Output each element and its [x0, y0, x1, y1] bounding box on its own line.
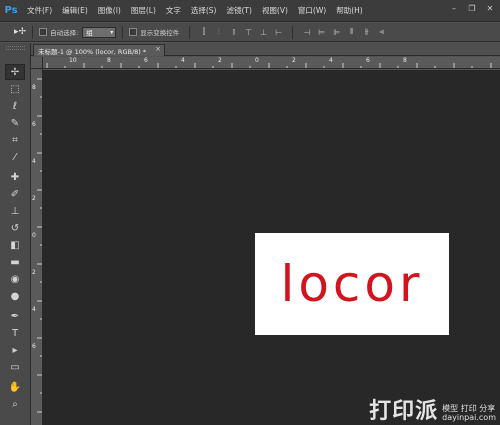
distribute-hcenter-icon[interactable]: ⫵: [360, 27, 373, 38]
eraser-tool-icon[interactable]: ◧: [5, 237, 25, 253]
zoom-tool-icon[interactable]: ⌕: [5, 396, 25, 412]
vertical-ruler[interactable]: 8 6 4 2 0 2 4 6: [31, 69, 43, 425]
document-canvas[interactable]: locor: [255, 233, 449, 335]
close-window-button[interactable]: ✕: [482, 0, 498, 16]
distribute-left-icon[interactable]: ⫴: [345, 27, 358, 38]
align-bottom-icon[interactable]: ⫾: [227, 27, 240, 38]
lasso-tool-icon[interactable]: ℓ: [5, 98, 25, 114]
align-top-icon[interactable]: ⫿: [197, 27, 210, 38]
ruler-label: 2: [32, 195, 36, 202]
auto-select-value: 组: [86, 29, 93, 37]
history-brush-tool-icon[interactable]: ↺: [5, 220, 25, 236]
separator: [189, 25, 191, 39]
show-transform-checkbox[interactable]: [129, 28, 138, 36]
quick-select-tool-icon[interactable]: ✎: [5, 115, 25, 131]
ruler-label: 0: [255, 57, 259, 64]
ruler-label: 4: [329, 57, 333, 64]
ruler-label: 6: [144, 57, 148, 64]
auto-select-dropdown[interactable]: 组 ▾: [82, 26, 117, 38]
ruler-label: 6: [32, 343, 36, 350]
pasteboard[interactable]: locor: [43, 70, 500, 425]
ruler-label: 4: [32, 306, 36, 313]
dodge-tool-icon[interactable]: ●: [5, 288, 25, 304]
brush-tool-icon[interactable]: ✐: [5, 186, 25, 202]
show-transform-label: 显示变换控件: [140, 29, 180, 37]
ruler-label: 2: [32, 269, 36, 276]
document-tab[interactable]: 未标题-1 @ 100% (locor, RGB/8) * ×: [33, 44, 165, 56]
clone-stamp-tool-icon[interactable]: ⊥: [5, 203, 25, 219]
separator: [32, 25, 34, 39]
hand-tool-icon[interactable]: ✋: [5, 379, 25, 395]
ruler-label: 10: [69, 57, 77, 64]
chevron-down-icon: ▾: [110, 28, 114, 36]
menu-layer[interactable]: 图层(L): [126, 5, 161, 16]
document-tab-strip: 未标题-1 @ 100% (locor, RGB/8) * ×: [31, 43, 500, 56]
ruler-label: 2: [292, 57, 296, 64]
align-left-icon[interactable]: ⊤: [242, 27, 255, 38]
menu-bar: Ps 文件(F) 编辑(E) 图像(I) 图层(L) 文字 选择(S) 滤镜(T…: [0, 0, 500, 22]
ruler-label: 6: [366, 57, 370, 64]
auto-select-checkbox[interactable]: [39, 28, 48, 36]
ruler-ticks: [46, 63, 492, 68]
canvas-text-layer[interactable]: locor: [280, 259, 423, 309]
ruler-label: 0: [32, 232, 36, 239]
menu-file[interactable]: 文件(F): [22, 5, 57, 16]
minimize-button[interactable]: –: [446, 0, 462, 16]
align-vcenter-icon[interactable]: ⫶: [212, 27, 225, 38]
blur-tool-icon[interactable]: ◉: [5, 271, 25, 287]
auto-select-label: 自动选择:: [50, 29, 79, 37]
watermark-side: 模型 打印 分享 dayinpai.com: [442, 404, 496, 423]
move-tool-preset-icon[interactable]: ▸✢: [14, 27, 26, 37]
horizontal-ruler[interactable]: 10 8 6 4 2 0 2 4 6 8: [31, 57, 500, 69]
separator: [122, 25, 124, 39]
watermark-tagline: 模型 打印 分享: [442, 403, 496, 413]
ruler-label: 4: [181, 57, 185, 64]
menu-image[interactable]: 图像(I): [93, 5, 126, 16]
crop-tool-icon[interactable]: ⌗: [5, 132, 25, 148]
watermark-url: dayinpai.com: [442, 413, 496, 423]
menu-type[interactable]: 文字: [161, 5, 186, 16]
watermark: 打印派 模型 打印 分享 dayinpai.com: [369, 401, 496, 423]
distribute-top-icon[interactable]: ⊣: [300, 27, 313, 38]
document-tab-title: 未标题-1 @ 100% (locor, RGB/8) *: [38, 47, 147, 56]
type-tool-icon[interactable]: T: [5, 325, 25, 341]
close-icon[interactable]: ×: [155, 45, 161, 53]
align-right-icon[interactable]: ⊢: [272, 27, 285, 38]
photoshop-logo: Ps: [4, 5, 18, 16]
ruler-label: 2: [218, 57, 222, 64]
options-bar: ▸✢ 自动选择: 组 ▾ 显示变换控件 ⫿ ⫶ ⫾ ⊤ ⊥ ⊢ ⊣ ⊨ ⊫ ⫴ …: [0, 23, 500, 42]
eyedropper-tool-icon[interactable]: ⁄: [5, 149, 25, 165]
move-tool-icon[interactable]: ✢: [5, 64, 25, 80]
menu-filter[interactable]: 滤镜(T): [222, 5, 257, 16]
ruler-label: 4: [32, 158, 36, 165]
path-select-tool-icon[interactable]: ▸: [5, 342, 25, 358]
distribute-bottom-icon[interactable]: ⊫: [330, 27, 343, 38]
gradient-tool-icon[interactable]: ▬: [5, 254, 25, 270]
healing-brush-tool-icon[interactable]: ✚: [5, 169, 25, 185]
restore-button[interactable]: ❐: [464, 0, 480, 16]
ruler-label: 8: [107, 57, 111, 64]
watermark-brand: 打印派: [369, 399, 439, 424]
ruler-label: 8: [32, 84, 36, 91]
separator: [292, 25, 294, 39]
menu-select[interactable]: 选择(S): [186, 5, 222, 16]
menu-help[interactable]: 帮助(H): [331, 5, 368, 16]
tools-panel: ✢ ⬚ ℓ ✎ ⌗ ⁄ ✚ ✐ ⊥ ↺ ◧ ▬ ◉ ● ✒ T ▸ ▭ ✋ ⌕: [0, 43, 31, 425]
ruler-origin[interactable]: [31, 57, 43, 69]
menu-edit[interactable]: 编辑(E): [57, 5, 93, 16]
ruler-label: 8: [403, 57, 407, 64]
marquee-tool-icon[interactable]: ⬚: [5, 81, 25, 97]
shape-tool-icon[interactable]: ▭: [5, 359, 25, 375]
ruler-label: 6: [32, 121, 36, 128]
pen-tool-icon[interactable]: ✒: [5, 308, 25, 324]
panel-grip[interactable]: [6, 46, 25, 50]
distribute-vcenter-icon[interactable]: ⊨: [315, 27, 328, 38]
distribute-right-icon[interactable]: ⫷: [375, 27, 388, 38]
menu-view[interactable]: 视图(V): [257, 5, 293, 16]
menu-window[interactable]: 窗口(W): [293, 5, 331, 16]
align-hcenter-icon[interactable]: ⊥: [257, 27, 270, 38]
